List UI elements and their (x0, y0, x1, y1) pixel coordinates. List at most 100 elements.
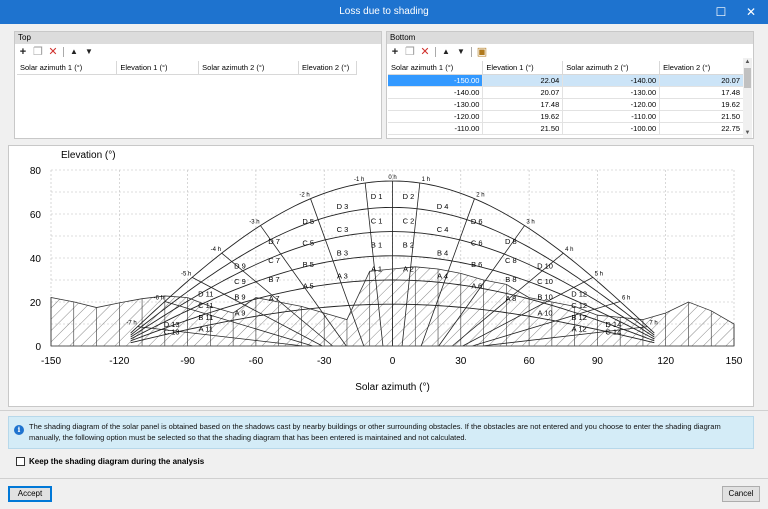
info-message: i The shading diagram of the solar panel… (8, 416, 754, 449)
keep-diagram-checkbox[interactable] (16, 457, 25, 466)
column-header[interactable]: Solar azimuth 2 (°) (198, 61, 299, 75)
column-header[interactable]: Solar azimuth 1 (°) (388, 61, 484, 75)
move-up-icon[interactable]: ▲ (68, 46, 80, 58)
zone-label: B 9 (234, 293, 245, 302)
add-icon[interactable]: + (389, 46, 401, 58)
hour-label: 4 h (565, 247, 573, 253)
copy-icon[interactable]: ❐ (404, 46, 416, 58)
cancel-button[interactable]: Cancel (722, 486, 760, 502)
top-table: Solar azimuth 1 (°) Elevation 1 (°) Sola… (17, 61, 357, 75)
table-cell[interactable]: 19.62 (659, 98, 744, 111)
table-cell[interactable]: 17.48 (482, 98, 564, 111)
hour-label: 7 h (649, 321, 657, 327)
table-row[interactable]: -150.00 22.04 -140.00 20.07 (388, 74, 744, 87)
column-header[interactable]: Elevation 2 (°) (659, 61, 744, 75)
zone-label: C 1 (371, 216, 383, 225)
zone-label: C 10 (537, 277, 553, 286)
table-row[interactable]: -130.00 17.48 -120.00 19.62 (388, 98, 744, 111)
x-tick-label: 0 (390, 356, 396, 367)
table-cell[interactable]: 19.62 (482, 110, 564, 123)
table-cell[interactable]: -100.00 (562, 122, 661, 135)
table-cell[interactable]: -110.00 (562, 110, 661, 123)
table-cell[interactable]: -110.00 (388, 122, 484, 135)
table-cell[interactable]: 22.04 (482, 74, 564, 87)
table-cell[interactable]: -150.00 (388, 74, 484, 87)
zone-label: D 3 (337, 202, 349, 211)
keep-diagram-label: Keep the shading diagram during the anal… (29, 457, 205, 466)
maximize-icon: ☐ (715, 5, 727, 19)
zone-label: B 4 (437, 248, 448, 257)
x-tick-label: -60 (249, 356, 264, 367)
column-header[interactable]: Elevation 1 (°) (482, 61, 564, 75)
window-title: Loss due to shading (339, 6, 429, 17)
table-cell[interactable]: -120.00 (562, 98, 661, 111)
table-cell[interactable]: 20.07 (659, 74, 744, 87)
x-tick-label: 90 (592, 356, 604, 367)
zone-label: B 2 (403, 240, 414, 249)
scroll-up-icon[interactable]: ▲ (743, 58, 752, 67)
table-cell[interactable]: -140.00 (562, 74, 661, 87)
column-header[interactable]: Solar azimuth 2 (°) (562, 61, 661, 75)
table-row[interactable]: -110.00 21.50 -100.00 22.75 (388, 122, 744, 135)
x-tick-label: 120 (657, 356, 674, 367)
scroll-down-icon[interactable]: ▼ (743, 129, 752, 138)
table-cell[interactable]: 17.48 (659, 86, 744, 99)
add-icon[interactable]: + (17, 46, 29, 58)
hour-label: 0 h (388, 175, 396, 181)
bottom-panel-header: Bottom (387, 32, 753, 44)
table-cell[interactable]: -120.00 (388, 110, 484, 123)
zone-label: A 1 (371, 265, 382, 274)
hour-label: -3 h (249, 220, 259, 226)
table-row[interactable]: -120.00 19.62 -110.00 21.50 (388, 110, 744, 123)
table-cell[interactable]: 21.50 (482, 122, 564, 135)
top-toolbar: + ❐ ✕ ▲ ▼ (17, 45, 95, 59)
x-tick-label: -120 (109, 356, 129, 367)
table-cell[interactable]: 22.75 (659, 122, 744, 135)
hour-label: 3 h (526, 220, 534, 226)
title-bar: Loss due to shading ☐ ✕ (0, 0, 768, 24)
delete-icon[interactable]: ✕ (419, 46, 431, 58)
zone-label: B 11 (198, 313, 213, 322)
zone-label: B 6 (471, 260, 482, 269)
hour-label: 1 h (422, 177, 430, 183)
table-cell[interactable]: 20.07 (482, 86, 564, 99)
table-cell[interactable]: -130.00 (388, 98, 484, 111)
column-header[interactable]: Elevation 2 (°) (298, 61, 357, 75)
hour-label: -1 h (354, 177, 364, 183)
zone-label: A 12 (572, 325, 587, 334)
top-panel: Top + ❐ ✕ ▲ ▼ Solar azimuth 1 (°) Elevat… (14, 31, 382, 139)
copy-icon[interactable]: ❐ (32, 46, 44, 58)
table-cell[interactable]: -130.00 (562, 86, 661, 99)
x-tick-label: 60 (524, 356, 536, 367)
zone-label: C 6 (471, 239, 483, 248)
zone-label: B 10 (537, 293, 552, 302)
scrollbar-thumb[interactable] (744, 68, 751, 88)
close-button[interactable]: ✕ (742, 3, 760, 21)
import-icon[interactable]: ▣ (476, 46, 488, 58)
zone-label: C 7 (268, 256, 280, 265)
hour-label: -2 h (299, 193, 309, 199)
bottom-toolbar: + ❐ ✕ ▲ ▼ ▣ (389, 45, 488, 59)
y-tick-label: 60 (30, 210, 42, 221)
table-cell[interactable]: -140.00 (388, 86, 484, 99)
zone-label: D 6 (471, 217, 483, 226)
table-cell[interactable]: 21.50 (659, 110, 744, 123)
zone-label: B 5 (303, 260, 314, 269)
column-header[interactable]: Elevation 1 (°) (116, 61, 200, 75)
x-tick-label: -90 (180, 356, 195, 367)
zone-label: A 4 (437, 272, 448, 281)
move-down-icon[interactable]: ▼ (455, 46, 467, 58)
info-icon: i (14, 425, 24, 435)
accept-button[interactable]: Accept (8, 486, 52, 502)
maximize-button[interactable]: ☐ (712, 3, 730, 21)
keep-diagram-option[interactable]: Keep the shading diagram during the anal… (16, 457, 204, 466)
top-panel-header: Top (15, 32, 381, 44)
delete-icon[interactable]: ✕ (47, 46, 59, 58)
table-row[interactable]: -140.00 20.07 -130.00 17.48 (388, 86, 744, 99)
move-up-icon[interactable]: ▲ (440, 46, 452, 58)
move-down-icon[interactable]: ▼ (83, 46, 95, 58)
column-header[interactable]: Solar azimuth 1 (°) (17, 61, 118, 75)
hour-label: -7 h (126, 321, 136, 327)
bottom-table: Solar azimuth 1 (°) Elevation 1 (°) Sola… (388, 61, 744, 135)
table-scrollbar[interactable]: ▲ ▼ (743, 58, 752, 138)
